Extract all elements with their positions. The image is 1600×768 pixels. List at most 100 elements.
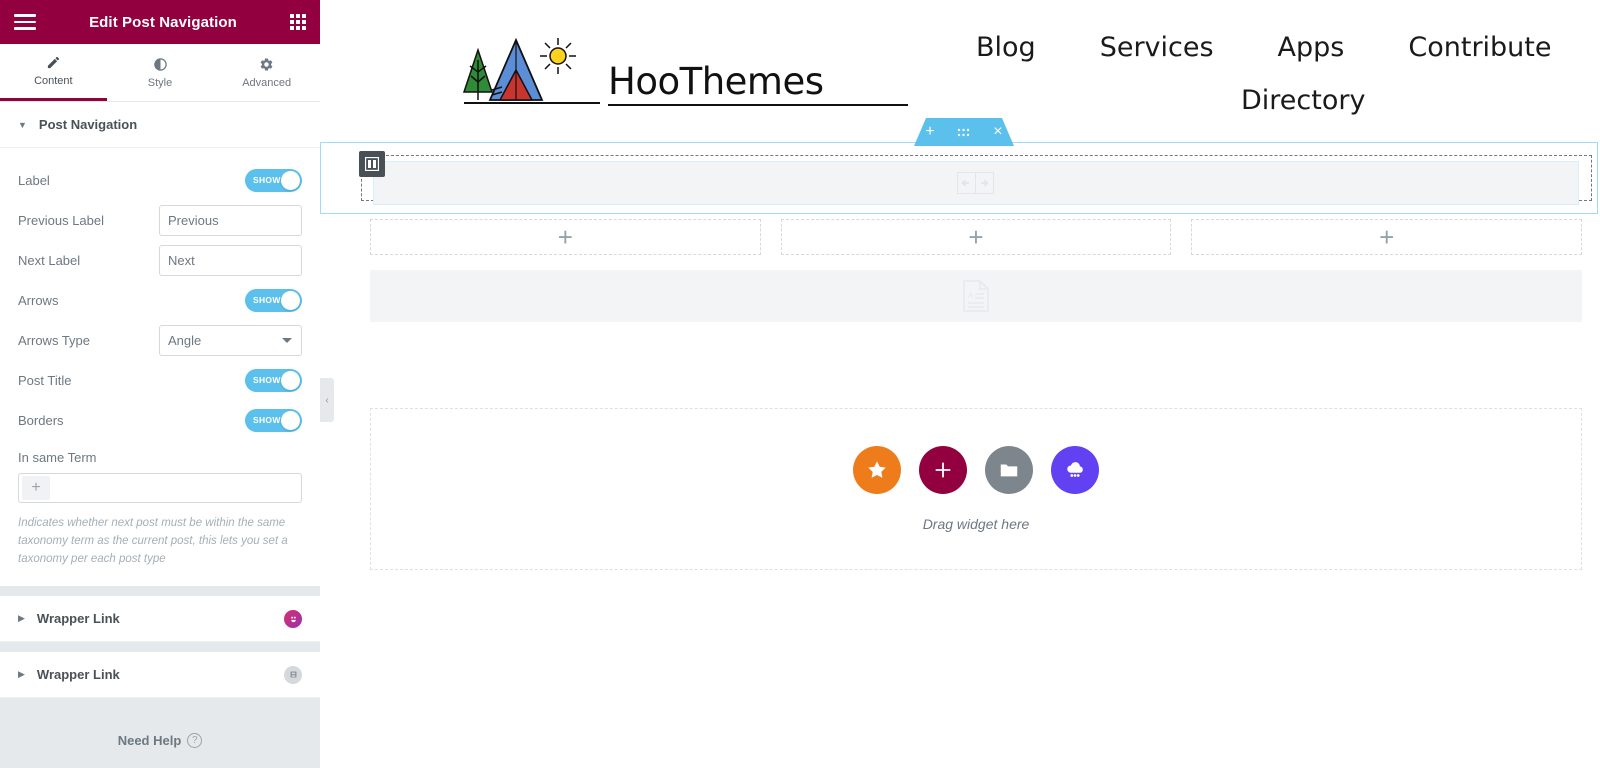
control-next-label-text: Next Label [18,252,81,268]
article-widget-placeholder[interactable]: A [370,270,1582,322]
nav-item-directory[interactable]: Directory [1241,81,1365,120]
tab-style-label: Style [147,76,173,89]
control-label-text: Label [18,172,50,188]
plus-icon: + [1379,222,1395,252]
logo-illustration [462,37,600,104]
control-arrows-type: Arrows Type Angle [18,320,302,360]
control-in-same-term-label: In same Term [18,450,97,465]
star-icon [868,461,886,478]
save-glyph [290,671,296,678]
tab-content[interactable]: Content [0,44,107,101]
article-document-icon: A [963,280,989,312]
logo-text: HooThemes [608,60,824,103]
plus-icon: + [557,222,573,252]
section-wrapper-link-1-title: Wrapper Link [36,611,120,627]
panel-header: Edit Post Navigation [0,0,320,44]
drag-section-icon[interactable] [957,128,970,137]
in-same-term-description: Indicates whether next post must be with… [18,517,288,565]
panel-collapse-handle[interactable]: ‹ [320,378,334,422]
section-divider [0,586,320,597]
in-same-term-field[interactable]: + [18,473,302,503]
need-help-label: Need Help [117,732,182,748]
control-label: Label SHOW [18,160,302,200]
svg-text:A: A [968,291,974,300]
preview-canvas: HooThemes Blog Services Apps Contribute … [320,0,1600,768]
columns-icon [365,157,379,171]
previous-label-input[interactable] [160,205,301,235]
arrows-type-select[interactable]: Angle [159,324,302,356]
section-post-navigation-header[interactable]: ▼ Post Navigation [0,102,320,148]
control-borders: Borders SHOW [18,400,302,440]
post-navigation-widget[interactable] [373,161,1579,205]
next-label-input[interactable] [160,245,301,275]
widget-drag-handle[interactable] [359,151,385,177]
add-columns-row: + + + [370,219,1583,255]
panel-body: ▼ Post Navigation Label SHOW Previous La… [0,102,320,712]
nav-item-blog[interactable]: Blog [976,28,1036,67]
post-navigation-arrows-icon [957,172,994,194]
add-column-1[interactable]: + [370,219,761,255]
elementor-editor: Edit Post Navigation Content Style Advan… [0,0,1600,768]
nav-item-contribute[interactable]: Contribute [1408,28,1551,67]
widget-drop-zone[interactable]: Drag widget here [370,408,1582,570]
plus-icon: + [968,222,984,252]
panel-title: Edit Post Navigation [89,13,237,31]
tab-advanced[interactable]: Advanced [213,44,321,101]
label-switch[interactable]: SHOW [245,168,302,192]
site-logo[interactable]: HooThemes [450,18,908,106]
pencil-icon [47,56,59,69]
control-borders-text: Borders [18,412,64,428]
tab-style[interactable]: Style [106,44,214,101]
drop-zone-actions [853,446,1099,494]
add-column-3[interactable]: + [1191,219,1583,255]
previous-label-field[interactable] [159,204,302,236]
hamburger-icon[interactable] [14,14,36,30]
arrows-switch-knob [281,290,300,310]
control-post-title: Post Title SHOW [18,360,302,400]
site-header: HooThemes Blog Services Apps Contribute … [320,0,1600,122]
grid-dots-glyph [958,128,970,136]
gear-icon [260,57,273,71]
arrows-type-value: Angle [168,332,202,348]
chevron-right-icon: ▶ [18,669,25,680]
need-help-footer[interactable]: Need Help ? [0,712,320,768]
folder-icon [1000,464,1018,477]
plus-icon [935,462,951,478]
add-column-2[interactable]: + [780,219,1172,255]
next-label-field[interactable] [159,244,302,276]
control-previous-label: Previous Label [18,200,302,240]
add-term-icon[interactable]: + [22,476,50,500]
chevron-right-icon: ▶ [18,613,25,624]
avatar-glyph [290,617,296,623]
pink-avatar-icon [284,609,302,628]
apps-grid-icon[interactable] [290,14,306,30]
post-title-switch-knob [281,370,300,390]
chevron-down-icon [282,338,292,343]
add-section-icon[interactable]: + [925,123,934,141]
logo-underline [608,104,908,106]
templates-button[interactable] [985,446,1033,494]
label-switch-text: SHOW [253,175,281,185]
contrast-icon [153,57,167,71]
add-widget-button[interactable] [919,446,967,494]
label-switch-knob [281,170,300,190]
chevron-down-icon: ▼ [18,119,27,130]
favorites-button[interactable] [853,446,901,494]
section-wrapper-link-2-header[interactable]: ▶ Wrapper Link [0,652,320,699]
post-title-switch[interactable]: SHOW [245,368,302,392]
delete-section-icon[interactable]: × [993,123,1002,141]
site-nav: Blog Services Apps Contribute Directory [908,18,1560,120]
cloud-templates-button[interactable] [1051,446,1099,494]
question-mark-icon[interactable]: ? [187,732,203,748]
panel-tabs: Content Style Advanced [0,44,321,102]
gray-square-icon [284,665,302,684]
nav-item-apps[interactable]: Apps [1278,28,1345,67]
section-wrapper-link-1-header[interactable]: ▶ Wrapper Link [0,596,320,643]
borders-switch-knob [281,410,300,430]
arrows-switch[interactable]: SHOW [245,288,302,312]
nav-item-services[interactable]: Services [1100,28,1214,67]
drag-widget-text: Drag widget here [922,516,1030,532]
section-toolbar: + × [914,118,1014,146]
borders-switch[interactable]: SHOW [245,408,302,432]
active-section[interactable] [320,142,1598,214]
